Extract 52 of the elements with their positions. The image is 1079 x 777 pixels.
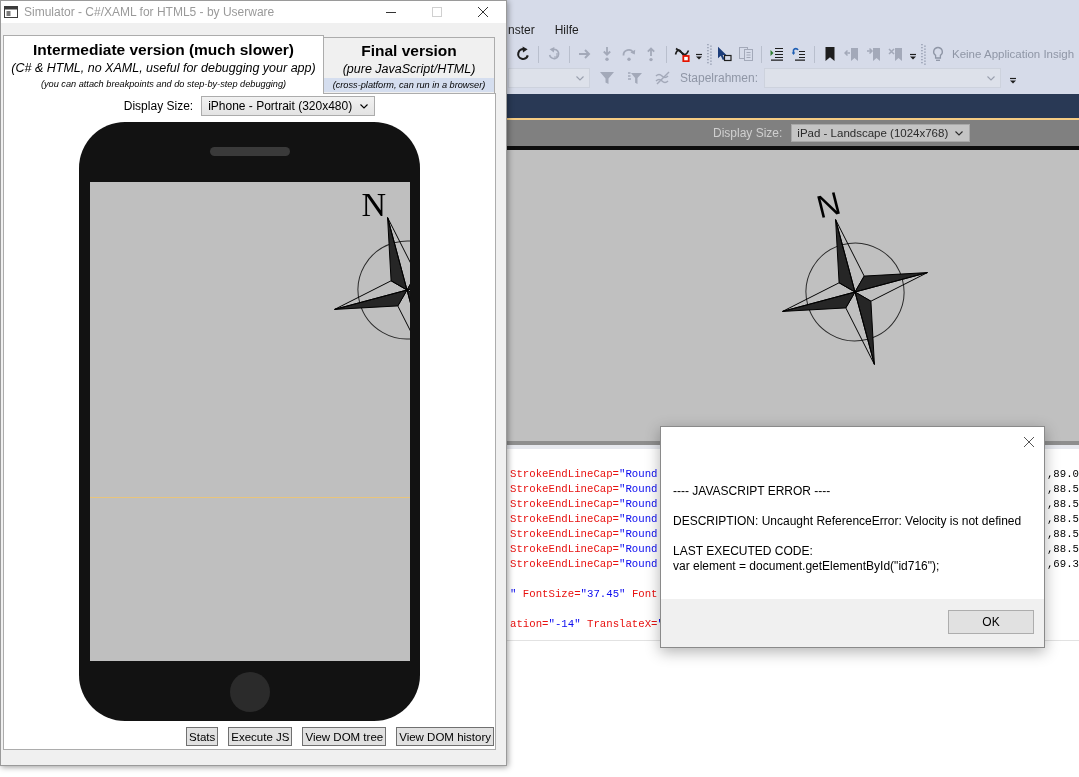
- dom-tree-button[interactable]: View DOM tree: [302, 727, 387, 746]
- code-fragment: ,88.5: [1046, 497, 1079, 512]
- return-lines-icon[interactable]: [791, 46, 807, 62]
- tab[interactable]: Intermediate version (much slower) (C# & HTML, no XAML, useful for debugging your app) (you can attach breakpoints and do step-by-step debugging): [3, 35, 324, 94]
- ok-button[interactable]: OK: [948, 610, 1034, 634]
- code-line: StrokeEndLineCap="Round: [510, 482, 658, 497]
- code-line: StrokeEndLineCap="Round: [510, 512, 658, 527]
- code-fragment: ,89.0: [1046, 467, 1079, 482]
- crossed-wave-icon[interactable]: [674, 46, 690, 62]
- chevron-icon: [955, 130, 964, 136]
- display-size-label: Display Size:: [123, 99, 194, 113]
- circular-arrow-icon[interactable]: [515, 46, 531, 62]
- code-line: StrokeEndLineCap="Round: [510, 542, 658, 557]
- stats-button[interactable]: Stats: [186, 727, 219, 746]
- code-fragment: ,88.5: [1046, 542, 1079, 557]
- display-size-dropdown[interactable]: iPad - Landscape (1024x768): [791, 124, 971, 142]
- cursor-icon[interactable]: [716, 46, 732, 62]
- chevron-icon: [360, 103, 369, 109]
- code-fragment: ,88.5: [1046, 482, 1079, 497]
- display-size-label: Display Size:: [713, 126, 783, 140]
- tab[interactable]: Final version (pure JavaScript/HTML) (cross-platform, can run in a browser): [323, 37, 495, 93]
- chevron-icon: [576, 75, 584, 81]
- chevron-icon: [987, 75, 996, 81]
- window-title: Simulator - C#/XAML for HTML5 - by Userware: [24, 5, 276, 19]
- bulb-icon: [930, 46, 946, 62]
- code-line: " FontSize="37.45" Font: [510, 587, 658, 602]
- display-size-dropdown[interactable]: iPhone - Portrait (320x480): [201, 96, 376, 116]
- execute-button[interactable]: Execute JS: [228, 727, 293, 746]
- indent-lines-icon[interactable]: [769, 46, 785, 62]
- message-line: var element = document.getElementById("id716");: [673, 559, 940, 574]
- grip-icon[interactable]: [921, 42, 926, 66]
- message-line: DESCRIPTION: Uncaught ReferenceError: Velocity is not defined: [673, 514, 1022, 529]
- close-icon[interactable]: [1024, 436, 1034, 447]
- code-fragment: ,88.5: [1046, 527, 1079, 542]
- code-line: StrokeEndLineCap="Round: [510, 527, 658, 542]
- code-line: StrokeEndLineCap="Round: [510, 467, 658, 482]
- grip-icon[interactable]: [707, 42, 712, 66]
- message-line: LAST EXECUTED CODE:: [673, 544, 813, 559]
- code-fragment: ,69.3: [1046, 557, 1079, 572]
- code-line: StrokeEndLineCap="Round: [510, 557, 658, 572]
- menu-item[interactable]: Hilfe: [554, 23, 579, 37]
- close-icon[interactable]: [478, 7, 488, 17]
- phone-home-key: [229, 672, 270, 712]
- app-icon: [4, 5, 18, 19]
- code-fragment: ,88.5: [1046, 512, 1079, 527]
- menu-item[interactable]: nster: [508, 23, 535, 37]
- north-label: N: [814, 191, 843, 219]
- message-line: ---- JAVASCRIPT ERROR ----: [673, 484, 831, 499]
- toolbar-label: Stapelrahmen:: [680, 71, 759, 85]
- code-line: StrokeEndLineCap="Round: [510, 497, 658, 512]
- dom-history-button[interactable]: View DOM history: [396, 727, 494, 746]
- north-label: N: [361, 193, 387, 217]
